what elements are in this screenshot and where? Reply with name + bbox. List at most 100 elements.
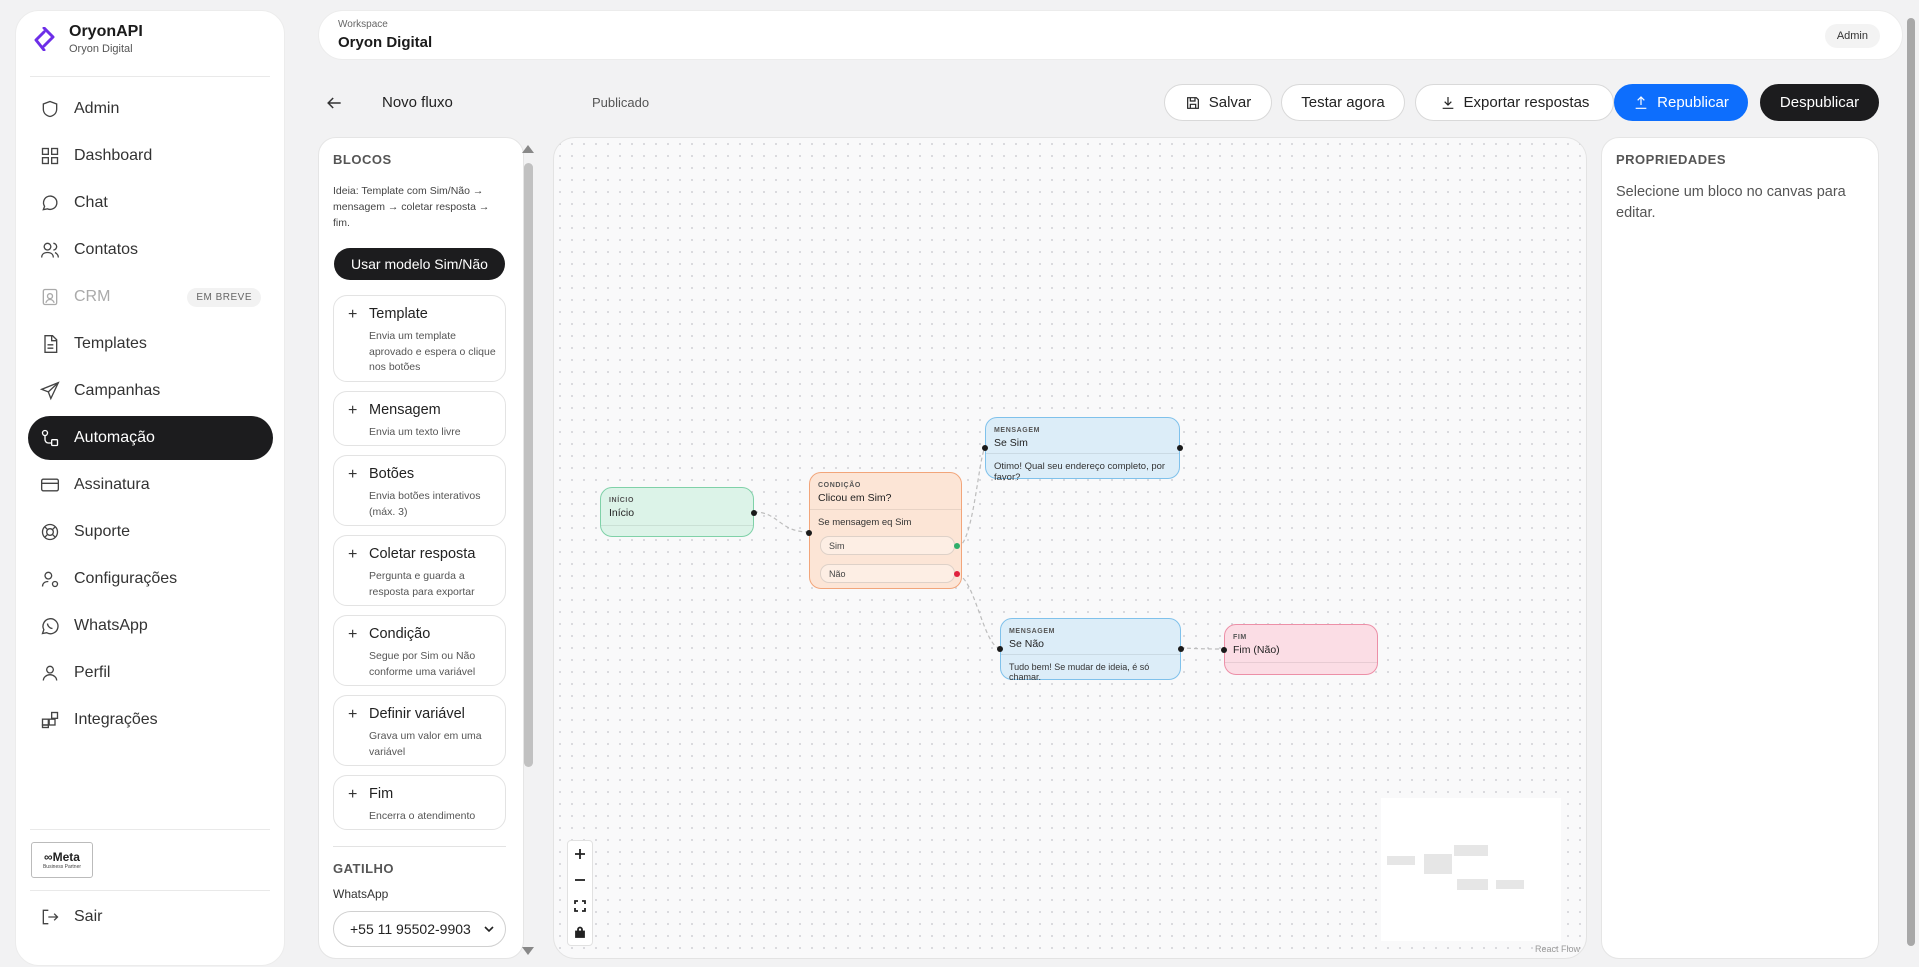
node-output-port[interactable] — [1177, 445, 1183, 451]
scroll-down-arrow-icon[interactable] — [522, 947, 534, 955]
sidebar-item-label: Perfil — [74, 664, 111, 681]
republish-button[interactable]: Republicar — [1614, 84, 1748, 121]
logout-button[interactable]: Sair — [40, 907, 102, 927]
sidebar-item-crm[interactable]: CRM EM BREVE — [28, 275, 273, 319]
use-yes-no-template-button[interactable]: Usar modelo Sim/Não — [334, 248, 505, 280]
node-input-port[interactable] — [982, 445, 988, 451]
blocks-scrollbar[interactable] — [521, 143, 535, 955]
sidebar-divider — [30, 829, 270, 830]
block-coletar-resposta[interactable]: + Coletar resposta Pergunta e guarda a r… — [333, 535, 506, 606]
sidebar-item-label: WhatsApp — [74, 617, 148, 634]
zoom-out-button[interactable] — [568, 867, 592, 893]
branch-no[interactable]: Não — [820, 564, 955, 583]
sidebar-item-contatos[interactable]: Contatos — [28, 228, 273, 272]
block-botoes[interactable]: + Botões Envia botões interativos (máx. … — [333, 455, 506, 526]
minimap-node — [1454, 845, 1488, 856]
node-input-port[interactable] — [997, 646, 1003, 652]
arrow-left-icon — [324, 93, 344, 113]
puzzle-icon — [40, 710, 60, 730]
node-type: MENSAGEM — [1009, 628, 1056, 635]
scroll-thumb[interactable] — [524, 163, 533, 767]
branch-yes[interactable]: Sim — [820, 536, 955, 555]
flow-canvas[interactable]: INÍCIO Início CONDIÇÃO Clicou em Sim? Se… — [553, 137, 1587, 959]
fit-view-button[interactable] — [568, 893, 592, 919]
oryon-logo-icon — [33, 27, 55, 51]
sidebar-item-configuracoes[interactable]: Configurações — [28, 557, 273, 601]
sidebar-item-perfil[interactable]: Perfil — [28, 651, 273, 695]
react-flow-attribution[interactable]: React Flow — [1535, 944, 1580, 954]
export-responses-button[interactable]: Exportar respostas — [1415, 84, 1614, 121]
node-message-yes[interactable]: MENSAGEM Se Sim Otimo! Qual seu endereço… — [982, 417, 1183, 483]
logout-icon — [40, 907, 60, 927]
sidebar-item-chat[interactable]: Chat — [28, 181, 273, 225]
lifebuoy-icon — [40, 522, 60, 542]
node-output-port[interactable] — [751, 510, 757, 516]
sidebar-item-templates[interactable]: Templates — [28, 322, 273, 366]
zoom-in-button[interactable] — [568, 841, 592, 867]
node-end[interactable]: FIM Fim (Não) — [1221, 624, 1378, 675]
workflow-icon — [40, 428, 60, 448]
node-condition[interactable]: CONDIÇÃO Clicou em Sim? Se mensagem eq S… — [806, 472, 962, 589]
users-icon — [40, 240, 60, 260]
block-desc: Segue por Sim ou Não conforme uma variáv… — [369, 650, 476, 678]
scroll-up-arrow-icon[interactable] — [522, 145, 534, 153]
brand-name: OryonAPI — [69, 23, 143, 40]
node-divider — [601, 525, 753, 526]
workspace-name[interactable]: Oryon Digital — [338, 34, 432, 51]
save-button[interactable]: Salvar — [1164, 84, 1272, 121]
node-start[interactable]: INÍCIO Início — [600, 487, 757, 537]
trigger-phone-select[interactable]: +55 11 95502-9903 — [333, 911, 506, 947]
block-condicao[interactable]: + Condição Segue por Sim ou Não conforme… — [333, 615, 506, 686]
block-template[interactable]: + Template Envia um template aprovado e … — [333, 295, 506, 382]
role-badge: Admin — [1824, 24, 1880, 48]
block-mensagem[interactable]: + Mensagem Envia um texto livre — [333, 391, 506, 446]
sidebar-item-whatsapp[interactable]: WhatsApp — [28, 604, 273, 648]
yes-output-port[interactable] — [954, 543, 960, 549]
no-output-port[interactable] — [954, 571, 960, 577]
sidebar-item-label: Automação — [74, 429, 155, 446]
block-fim[interactable]: + Fim Encerra o atendimento — [333, 775, 506, 830]
sidebar-item-label: Contatos — [74, 241, 139, 258]
workspace-label: Workspace — [338, 19, 388, 30]
node-message-no[interactable]: MENSAGEM Se Não Tudo bem! Se mudar de id… — [997, 618, 1184, 682]
node-output-port[interactable] — [1178, 646, 1184, 652]
block-title: Mensagem — [369, 402, 441, 418]
test-label: Testar agora — [1301, 94, 1385, 111]
sidebar-item-suporte[interactable]: Suporte — [28, 510, 273, 554]
plus-icon — [574, 848, 586, 860]
sidebar-item-automacao[interactable]: Automação — [28, 416, 273, 460]
block-desc: Envia um texto livre — [369, 426, 461, 438]
sidebar-item-label: Suporte — [74, 523, 131, 540]
minimap-node — [1457, 879, 1488, 890]
sidebar-item-integracoes[interactable]: Integrações — [28, 698, 273, 742]
plus-icon: + — [348, 306, 358, 323]
test-now-button[interactable]: Testar agora — [1281, 84, 1405, 121]
minimap[interactable] — [1381, 798, 1561, 941]
meta-partner-label: Business Partner — [42, 864, 82, 870]
sidebar-item-campanhas[interactable]: Campanhas — [28, 369, 273, 413]
sidebar-item-assinatura[interactable]: Assinatura — [28, 463, 273, 507]
node-input-port[interactable] — [806, 530, 812, 536]
lock-button[interactable] — [568, 919, 592, 945]
unpublish-button[interactable]: Despublicar — [1760, 84, 1879, 121]
block-definir-variavel[interactable]: + Definir variável Grava um valor em uma… — [333, 695, 506, 766]
flow-name[interactable]: Novo fluxo — [382, 94, 453, 111]
sidebar-item-admin[interactable]: Admin — [28, 87, 273, 131]
page-scrollbar[interactable] — [1905, 0, 1917, 967]
properties-hint: Selecione um bloco no canvas para editar… — [1616, 184, 1846, 221]
sidebar-nav: Admin Dashboard Chat Contatos CRM EM BRE… — [28, 87, 273, 745]
republish-label: Republicar — [1657, 94, 1729, 111]
page-scroll-thumb[interactable] — [1907, 18, 1915, 946]
sidebar-item-label: CRM — [74, 288, 111, 305]
blocks-title: BLOCOS — [333, 152, 392, 167]
credit-card-icon — [40, 475, 60, 495]
whatsapp-icon — [40, 616, 60, 636]
trigger-label: WhatsApp — [333, 887, 389, 901]
sidebar-item-label: Templates — [74, 335, 147, 352]
node-divider — [810, 509, 961, 510]
dashboard-icon — [40, 146, 60, 166]
brand[interactable]: OryonAPI Oryon Digital — [33, 23, 143, 55]
back-button[interactable] — [324, 93, 344, 113]
node-input-port[interactable] — [1221, 647, 1227, 653]
sidebar-item-dashboard[interactable]: Dashboard — [28, 134, 273, 178]
